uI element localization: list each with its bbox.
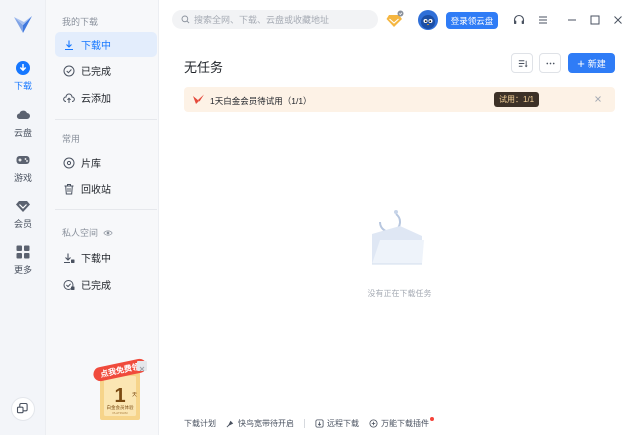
rail-item-more[interactable]: 更多 [0,244,46,284]
rail-item-cloud[interactable]: 云盘 [0,107,46,147]
cloud-icon [16,110,30,119]
search-input[interactable] [194,14,369,25]
avatar[interactable] [418,10,438,30]
rail-label: 下载 [13,81,32,91]
footer-separator [304,418,305,428]
nav-item-completed[interactable]: 已完成 [55,58,157,83]
rocket-icon [226,420,234,427]
headset-icon[interactable] [512,13,526,27]
banner-close-icon[interactable] [593,94,603,104]
window-switch-icon [16,402,28,414]
nav-item-label: 片库 [81,159,101,170]
page-title: 无任务 [184,60,224,75]
footer-label: 万能下载插件 [381,418,429,428]
nav-item-label: 下载中 [81,254,111,265]
xunlei-bird-icon [193,94,204,104]
section-title-private: 私人空间 [62,226,113,239]
footer-label: 远程下载 [327,418,359,428]
section-title-my-downloads: 我的下载 [62,17,99,27]
nav-item-label: 已完成 [81,281,111,292]
nav-item-private-completed[interactable]: 已完成 [55,272,157,297]
more-options-button[interactable] [539,53,561,73]
private-check-icon [63,279,75,290]
divider [55,209,157,210]
grid-icon [16,245,30,259]
download-icon [16,61,30,75]
gamepad-icon [16,156,30,164]
footer-label: 快鸟宽带待开启 [238,418,294,428]
rail-label: 游戏 [13,173,32,183]
nav-item-cloud-add[interactable]: 云添加 [55,85,157,110]
nav-item-downloading[interactable]: 下载中 [55,32,157,57]
divider [55,119,157,120]
bird-avatar-icon [421,15,435,29]
footer-remote-download[interactable]: 远程下载 [315,418,359,429]
nav-item-label: 云添加 [81,94,111,105]
promo-close-button[interactable] [137,361,147,372]
maximize-icon[interactable] [588,13,602,27]
menu-icon[interactable] [536,13,550,27]
vip-trial-banner[interactable]: 1天白金会员待试用（1/1） 试用：1/1 [184,87,615,112]
search-box[interactable] [172,10,378,29]
new-task-button[interactable]: + 新建 [568,53,615,73]
footer-download-plan[interactable]: 下载计划 [184,418,216,429]
vip-trial-promo[interactable]: 1 天 白金会员体验 PLATINUM 点我免费领 [66,358,174,424]
nav-item-film-library[interactable]: 片库 [55,150,157,175]
sort-icon [518,59,528,67]
nav-item-recycle-bin[interactable]: 回收站 [55,176,157,201]
minimize-icon[interactable] [565,13,579,27]
search-icon [181,15,190,24]
mini-mode-button[interactable] [11,397,35,421]
plugin-icon [369,418,378,428]
vip-diamond-icon[interactable] [386,10,404,28]
rail-item-vip[interactable]: 会员 [0,198,46,238]
check-circle-icon [63,65,75,76]
promo-big-number: 1 [114,385,125,407]
remote-download-icon [315,418,324,428]
new-task-label: 新建 [587,58,606,69]
more-dots-icon [545,62,555,64]
trash-icon [64,183,74,194]
empty-folder-illustration [372,210,424,265]
notification-dot [430,417,434,421]
left-rail: 下载 云盘 游戏 会员 更多 [0,0,46,435]
close-window-icon[interactable] [611,13,625,27]
footer-plugin[interactable]: 万能下载插件 [369,417,434,429]
promo-caption: 白金会员体验 [107,404,134,411]
empty-state-text: 没有正在下载任务 [367,289,432,298]
rail-item-games[interactable]: 游戏 [0,152,46,192]
download-arrow-icon [65,40,73,50]
app-window: 下载 云盘 游戏 会员 更多 我的下载 下载中 已完成 云添加 常用 片库 回收… [0,0,640,435]
login-button[interactable]: 登录领云盘 [446,12,498,29]
diamond-icon [16,201,30,212]
trial-badge[interactable]: 试用：1/1 [494,92,540,107]
plus-icon: + [577,55,585,71]
app-logo-icon [14,16,32,33]
footer-label: 下载计划 [184,418,216,428]
private-download-icon [64,253,75,263]
banner-text: 1天白金会员待试用（1/1） [210,96,312,106]
footer-bar: 下载计划 快鸟宽带待开启 远程下载 万能下载插件 [184,417,434,429]
promo-unit: 天 [132,392,137,398]
nav-item-label: 已完成 [81,67,111,78]
footer-speedup[interactable]: 快鸟宽带待开启 [226,418,294,429]
promo-en: PLATINUM [113,411,128,415]
nav-item-label: 回收站 [81,185,111,196]
section-title-private-label: 私人空间 [62,228,99,238]
nav-item-private-downloading[interactable]: 下载中 [55,245,157,270]
nav-item-label: 下载中 [81,41,111,52]
eye-icon[interactable] [103,228,113,238]
section-title-common: 常用 [62,134,81,144]
rail-item-download[interactable]: 下载 [0,60,46,100]
rail-label: 更多 [13,265,32,275]
rail-label: 会员 [13,219,32,229]
rail-label: 云盘 [13,128,32,138]
film-library-icon [63,157,75,168]
cloud-upload-icon [63,93,75,103]
close-icon [139,366,145,372]
sort-button[interactable] [511,53,533,73]
